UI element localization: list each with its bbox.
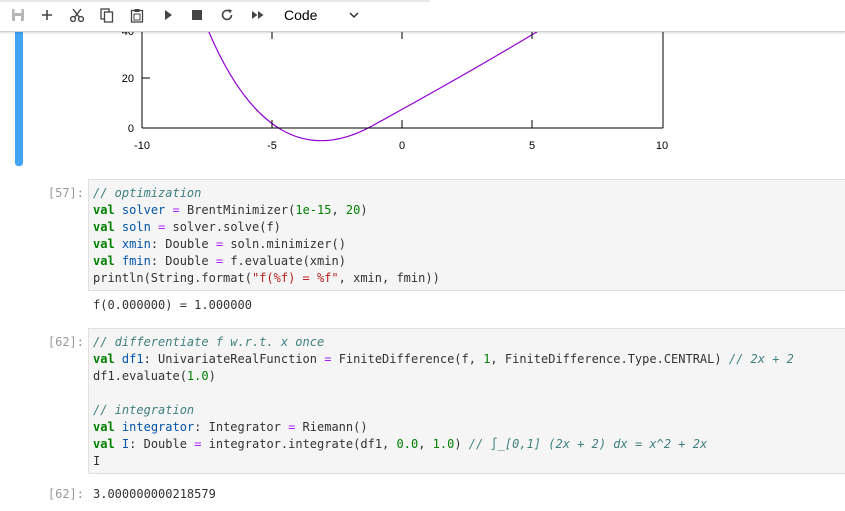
chevron-down-icon[interactable] — [348, 9, 360, 21]
code-line: // optimization — [93, 186, 202, 200]
y-tick-label: 20 — [122, 73, 134, 85]
x-tick-label: 0 — [399, 140, 405, 152]
code-line: // differentiate f w.r.t. x once — [93, 335, 325, 349]
toolbar-top-border — [0, 0, 430, 2]
run-button[interactable] — [159, 6, 177, 24]
paste-button[interactable] — [128, 6, 146, 24]
cell-output-prompt: [62]: — [47, 487, 84, 501]
cell-output-text: 3.000000000218579 — [93, 487, 216, 501]
code-line: // integration — [93, 403, 195, 417]
selected-cell-indicator[interactable] — [15, 31, 23, 166]
insert-cell-button[interactable] — [38, 6, 56, 24]
plot-output: 40 20 0 -10 -5 0 5 10 — [122, 31, 668, 152]
x-tick-label: -5 — [267, 140, 277, 152]
code-cell-input[interactable]: // differentiate f w.r.t. x once val df1… — [88, 328, 845, 474]
code-editor[interactable]: // optimization val solver = BrentMinimi… — [93, 185, 440, 287]
cell-type-value: Code — [284, 7, 318, 23]
run-icon — [165, 10, 172, 20]
fast-forward-icon — [252, 11, 264, 19]
y-tick-label: 0 — [128, 123, 134, 135]
cell-output-text: f(0.000000) = 1.000000 — [93, 298, 252, 312]
restart-button[interactable] — [218, 6, 236, 24]
paste-icon — [130, 8, 144, 23]
code-editor[interactable]: // differentiate f w.r.t. x once val df1… — [93, 334, 794, 470]
stop-icon — [192, 10, 202, 20]
cell-input-prompt: [62]: — [47, 335, 84, 349]
cell-type-select[interactable]: Code — [284, 7, 317, 23]
cell-input-prompt: [57]: — [47, 186, 84, 200]
x-tick-label: 10 — [656, 140, 668, 152]
x-tick-label: -10 — [134, 140, 150, 152]
code-cell-input[interactable]: // optimization val solver = BrentMinimi… — [88, 179, 845, 291]
scissors-icon — [69, 8, 85, 23]
save-button[interactable] — [9, 6, 27, 24]
interrupt-button[interactable] — [188, 6, 206, 24]
restart-icon — [221, 9, 233, 21]
copy-icon — [100, 7, 114, 23]
plus-icon — [42, 10, 52, 20]
y-tick-label-partial: 40 — [122, 31, 134, 38]
copy-button[interactable] — [98, 6, 116, 24]
x-tick-label: 5 — [529, 140, 535, 152]
restart-run-all-button[interactable] — [249, 6, 267, 24]
parabola-curve — [207, 31, 540, 142]
save-icon — [12, 9, 24, 21]
cut-button[interactable] — [68, 6, 86, 24]
notebook-toolbar: Code — [0, 0, 845, 32]
